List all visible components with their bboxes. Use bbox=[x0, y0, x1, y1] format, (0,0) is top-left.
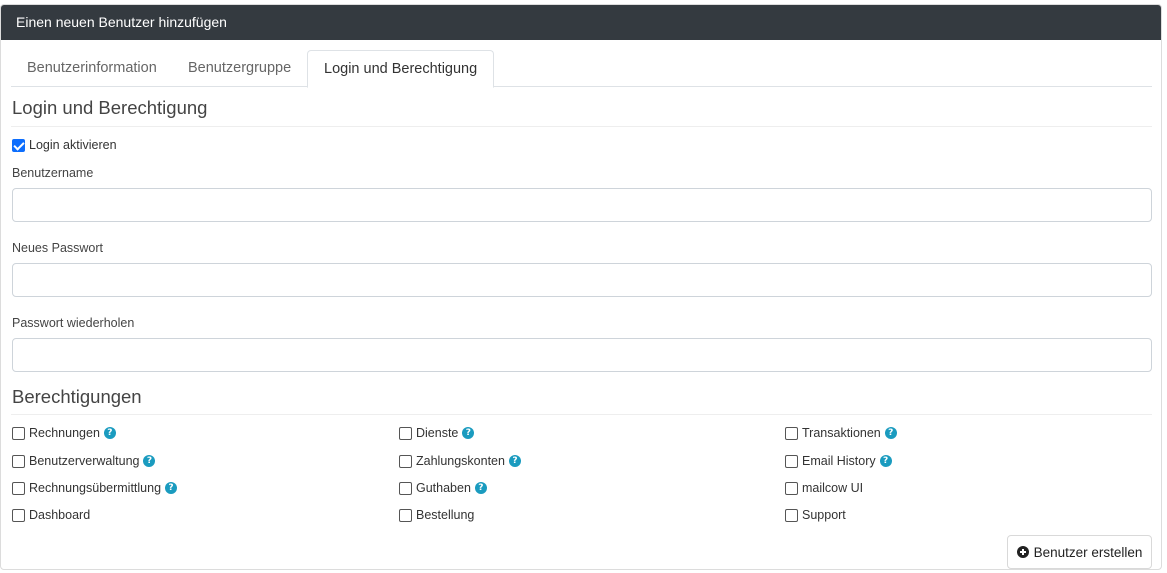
permission-rechnungsuebermittlung[interactable]: Rechnungsübermittlung ? bbox=[12, 481, 178, 495]
divider bbox=[11, 126, 1152, 127]
tab-bar: Benutzerinformation Benutzergruppe Login… bbox=[11, 50, 1152, 88]
divider bbox=[11, 414, 1152, 415]
password-repeat-label: Passwort wiederholen bbox=[12, 316, 135, 330]
permission-label: Dashboard bbox=[29, 508, 91, 522]
checkbox[interactable] bbox=[399, 508, 412, 522]
checkbox-checked[interactable] bbox=[12, 138, 25, 152]
help-icon[interactable]: ? bbox=[879, 455, 892, 467]
login-enable-label: Login aktivieren bbox=[29, 138, 117, 152]
tab-benutzerinformation[interactable]: Benutzerinformation bbox=[11, 50, 173, 87]
permission-label: Dienste bbox=[416, 426, 459, 440]
permission-label: Rechnungsübermittlung bbox=[29, 481, 162, 495]
help-icon[interactable]: ? bbox=[508, 455, 521, 467]
password-input[interactable] bbox=[12, 263, 1152, 297]
permission-transaktionen[interactable]: Transaktionen ? bbox=[785, 426, 897, 440]
tab-benutzergruppe[interactable]: Benutzergruppe bbox=[172, 50, 307, 87]
checkbox[interactable] bbox=[399, 481, 412, 495]
checkbox[interactable] bbox=[12, 426, 25, 440]
create-user-button[interactable]: Benutzer erstellen bbox=[1007, 535, 1152, 569]
help-icon[interactable]: ? bbox=[884, 427, 897, 439]
dialog-title: Einen neuen Benutzer hinzufügen bbox=[1, 5, 1161, 40]
login-enable-checkbox[interactable]: Login aktivieren bbox=[12, 138, 117, 152]
create-user-label: Benutzer erstellen bbox=[1033, 544, 1143, 560]
permission-label: Zahlungskonten bbox=[416, 454, 505, 468]
permission-zahlungskonten[interactable]: Zahlungskonten ? bbox=[399, 454, 521, 468]
permission-email-history[interactable]: Email History ? bbox=[785, 454, 892, 468]
help-icon[interactable]: ? bbox=[103, 427, 116, 439]
help-icon[interactable]: ? bbox=[165, 482, 178, 494]
checkbox[interactable] bbox=[12, 454, 25, 468]
username-input[interactable] bbox=[12, 188, 1152, 222]
checkbox[interactable] bbox=[785, 454, 798, 468]
permission-guthaben[interactable]: Guthaben ? bbox=[399, 481, 487, 495]
permission-label: Support bbox=[802, 508, 846, 522]
permission-label: mailcow UI bbox=[802, 481, 864, 495]
permission-label: Bestellung bbox=[416, 508, 475, 522]
permission-label: Rechnungen bbox=[29, 426, 100, 440]
checkbox[interactable] bbox=[12, 481, 25, 495]
permission-label: Guthaben bbox=[416, 481, 471, 495]
permission-benutzerverwaltung[interactable]: Benutzerverwaltung ? bbox=[12, 454, 156, 468]
permissions-section-title: Berechtigungen bbox=[12, 386, 142, 407]
permission-label: Email History bbox=[802, 454, 876, 468]
password-label: Neues Passwort bbox=[12, 241, 104, 255]
checkbox[interactable] bbox=[785, 508, 798, 522]
checkbox[interactable] bbox=[12, 508, 25, 522]
add-user-dialog: Einen neuen Benutzer hinzufügen Benutzer… bbox=[0, 4, 1162, 570]
checkbox[interactable] bbox=[785, 426, 798, 440]
help-icon[interactable]: ? bbox=[474, 482, 487, 494]
permission-support[interactable]: Support bbox=[785, 508, 846, 522]
checkbox[interactable] bbox=[399, 454, 412, 468]
username-label: Benutzername bbox=[12, 166, 94, 180]
password-repeat-input[interactable] bbox=[12, 338, 1152, 372]
permission-dienste[interactable]: Dienste ? bbox=[399, 426, 475, 440]
checkbox[interactable] bbox=[785, 481, 798, 495]
permission-label: Benutzerverwaltung bbox=[29, 454, 140, 468]
permission-bestellung[interactable]: Bestellung bbox=[399, 508, 474, 522]
permission-dashboard[interactable]: Dashboard bbox=[12, 508, 90, 522]
permission-mailcow-ui[interactable]: mailcow UI bbox=[785, 481, 863, 495]
login-section-title: Login und Berechtigung bbox=[12, 97, 208, 118]
plus-circle-icon bbox=[1016, 546, 1029, 558]
help-icon[interactable]: ? bbox=[462, 427, 475, 439]
permission-rechnungen[interactable]: Rechnungen ? bbox=[12, 426, 116, 440]
checkbox[interactable] bbox=[399, 426, 412, 440]
tab-login-und-berechtigung[interactable]: Login und Berechtigung bbox=[307, 50, 495, 88]
permission-label: Transaktionen bbox=[802, 426, 881, 440]
help-icon[interactable]: ? bbox=[143, 455, 156, 467]
